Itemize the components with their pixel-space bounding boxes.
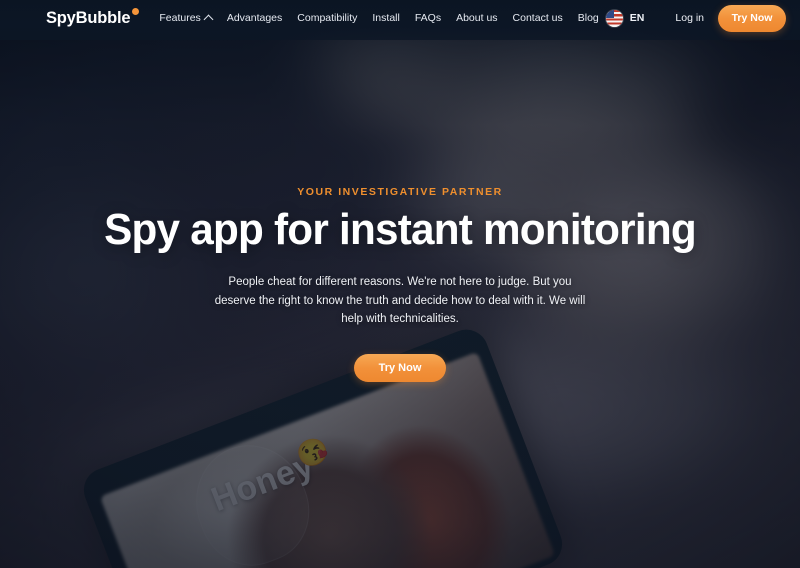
language-code-label: EN [629,12,645,24]
site-logo-text: SpyBubble [46,8,131,27]
language-selector[interactable]: EN [605,9,645,27]
nav-item-features[interactable]: Features [159,12,214,24]
navbar-links: Features Advantages Compatibility Instal… [159,12,598,24]
nav-item-install[interactable]: Install [372,12,399,24]
nav-item-faqs[interactable]: FAQs [415,12,441,24]
nav-item-about-us[interactable]: About us [456,12,497,24]
navbar-try-now-button[interactable]: Try Now [718,4,786,32]
main-navbar: SpyBubble Features Advantages Compatibil… [0,0,800,36]
navbar-actions: EN Log in Try Now [605,4,786,32]
logo-dot-icon [132,7,140,15]
hero-eyebrow: YOUR INVESTIGATIVE PARTNER [297,186,503,198]
chevron-up-icon[interactable] [203,14,214,24]
nav-item-contact-us[interactable]: Contact us [513,12,563,24]
nav-item-advantages[interactable]: Advantages [227,12,282,24]
nav-item-features-label: Features [159,12,201,24]
site-logo[interactable]: SpyBubble [46,7,140,28]
hero-content: YOUR INVESTIGATIVE PARTNER Spy app for i… [0,186,800,383]
hero-subtext: People cheat for different reasons. We'r… [214,276,586,326]
nav-item-blog[interactable]: Blog [578,12,599,24]
nav-item-compatibility[interactable]: Compatibility [297,12,357,24]
login-link[interactable]: Log in [675,12,704,24]
hero-section: Honey 😘 SpyBubble Features Advantages Co… [0,0,800,568]
hero-try-now-button[interactable]: Try Now [354,354,446,383]
hero-headline: Spy app for instant monitoring [104,205,697,254]
us-flag-icon [605,9,623,27]
